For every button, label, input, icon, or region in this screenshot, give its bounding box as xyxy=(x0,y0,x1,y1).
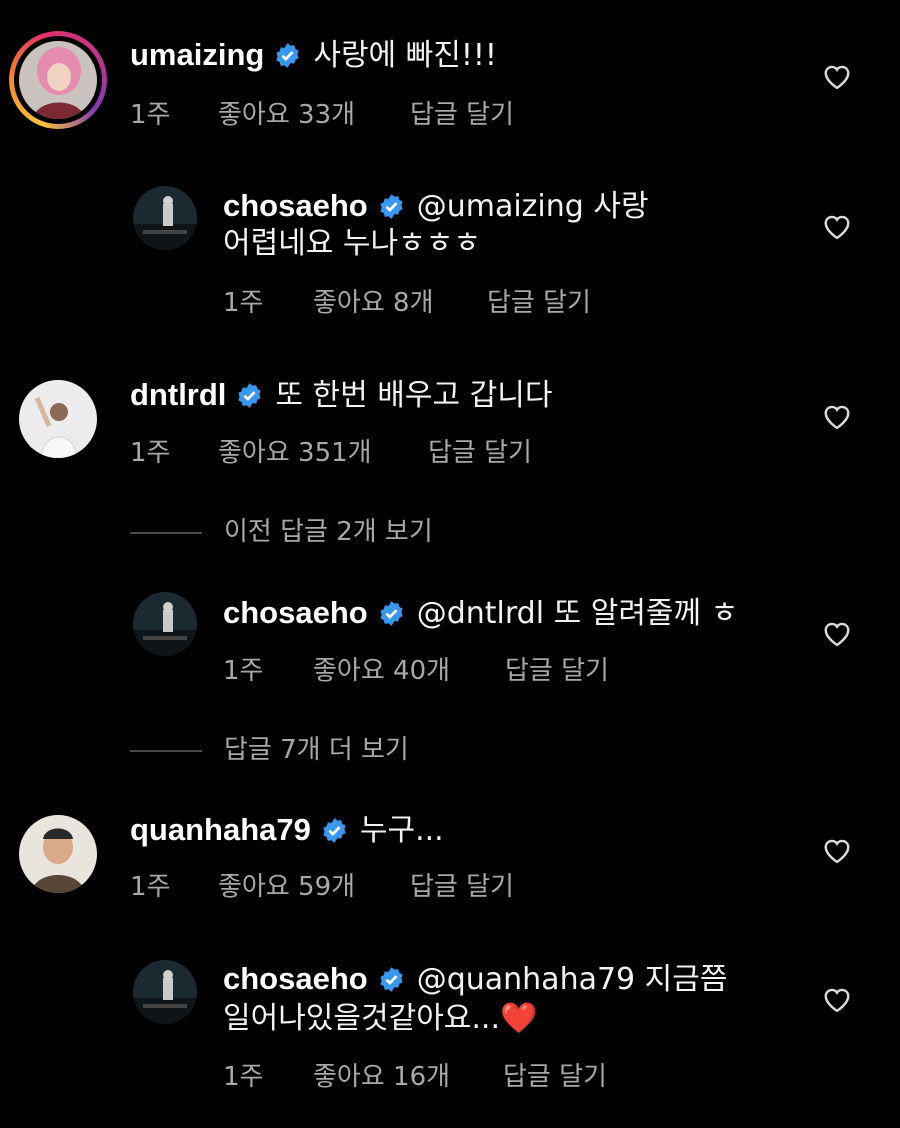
comment-text: @dntlrdl 또 알려줄께 ㅎ xyxy=(416,596,739,631)
like-count[interactable]: 좋아요 351개 xyxy=(218,432,428,469)
view-more-replies-button[interactable]: 답글 7개 더 보기 xyxy=(130,729,409,766)
reply-button[interactable]: 답글 달기 xyxy=(410,94,514,131)
verified-badge-icon xyxy=(380,601,403,626)
comment-time: 1주 xyxy=(223,656,264,686)
avatar[interactable] xyxy=(133,592,197,656)
like-count[interactable]: 좋아요 40개 xyxy=(313,650,505,687)
comment-time: 1주 xyxy=(130,438,171,468)
heart-outline-icon[interactable] xyxy=(822,212,852,240)
comment-time: 1주 xyxy=(223,288,264,318)
avatar[interactable] xyxy=(133,960,197,1024)
like-count[interactable]: 좋아요 16개 xyxy=(313,1056,503,1093)
comment-text-line2: 어렵네요 누나ㅎㅎㅎ xyxy=(223,226,481,261)
username[interactable]: chosaeho xyxy=(223,961,368,996)
comment-text-line2: 일어나있을것같아요...❤️ xyxy=(223,1001,538,1036)
username[interactable]: umaizing xyxy=(130,37,264,72)
reply-button[interactable]: 답글 달기 xyxy=(505,650,609,687)
verified-badge-icon xyxy=(323,818,346,843)
avatar[interactable] xyxy=(19,41,97,119)
divider xyxy=(130,749,202,752)
avatar[interactable] xyxy=(133,186,197,250)
heart-outline-icon[interactable] xyxy=(822,836,852,864)
heart-outline-icon[interactable] xyxy=(822,619,852,647)
like-count[interactable]: 좋아요 33개 xyxy=(218,94,410,131)
comment-text: @quanhaha79 지금쯤 xyxy=(416,962,728,997)
verified-badge-icon xyxy=(238,383,262,408)
verified-badge-icon xyxy=(380,967,403,992)
username[interactable]: chosaeho xyxy=(223,595,368,630)
reply-button[interactable]: 답글 달기 xyxy=(428,432,532,469)
avatar[interactable] xyxy=(19,815,97,893)
comment-text: 또 한번 배우고 갑니다 xyxy=(275,378,553,413)
reply-button[interactable]: 답글 달기 xyxy=(410,866,514,903)
heart-outline-icon[interactable] xyxy=(822,62,852,90)
comment-time: 1주 xyxy=(130,100,171,130)
avatar[interactable] xyxy=(19,380,97,458)
like-count[interactable]: 좋아요 59개 xyxy=(218,866,410,903)
like-count[interactable]: 좋아요 8개 xyxy=(313,282,487,319)
comment-text: 누구... xyxy=(359,813,444,848)
comment-text: @umaizing 사랑 xyxy=(416,189,649,224)
view-previous-replies-label: 이전 답글 2개 보기 xyxy=(224,517,433,547)
view-previous-replies-button[interactable]: 이전 답글 2개 보기 xyxy=(130,511,433,548)
heart-outline-icon[interactable] xyxy=(822,985,852,1013)
heart-outline-icon[interactable] xyxy=(822,402,852,430)
comment-text: 사랑에 빠진!!! xyxy=(313,38,497,73)
verified-badge-icon xyxy=(380,194,403,219)
username[interactable]: chosaeho xyxy=(223,188,368,223)
username[interactable]: dntlrdl xyxy=(130,377,226,412)
comment-time: 1주 xyxy=(130,872,171,902)
divider xyxy=(130,531,202,534)
reply-button[interactable]: 답글 달기 xyxy=(503,1056,607,1093)
username[interactable]: quanhaha79 xyxy=(130,812,311,847)
comment-time: 1주 xyxy=(223,1062,264,1092)
reply-button[interactable]: 답글 달기 xyxy=(487,282,591,319)
view-more-replies-label: 답글 7개 더 보기 xyxy=(224,735,409,765)
verified-badge-icon xyxy=(276,43,299,68)
